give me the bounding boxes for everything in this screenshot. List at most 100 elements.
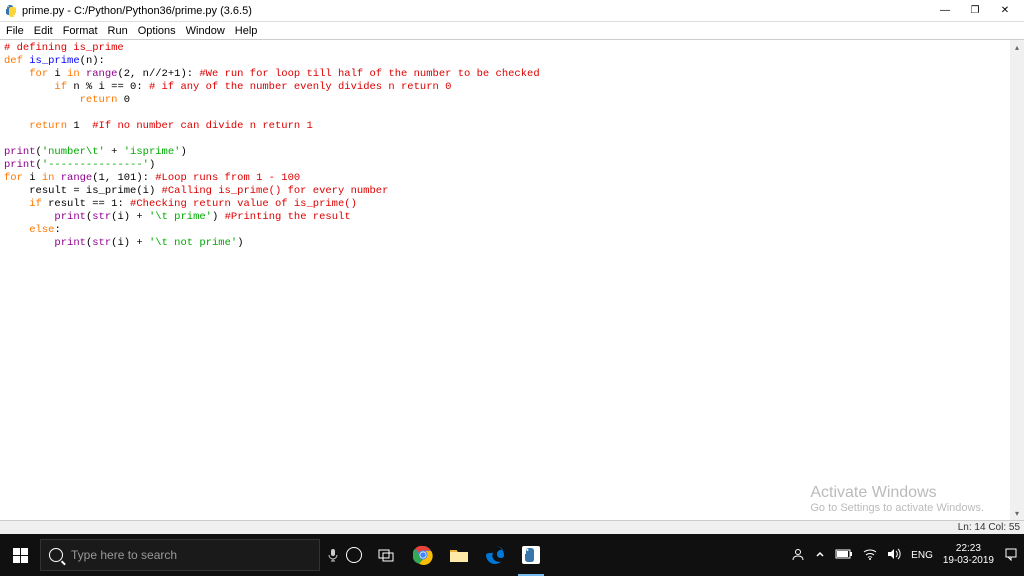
code-token [4, 237, 54, 249]
code-token: range [80, 68, 118, 80]
window-title: prime.py - C:/Python/Python36/prime.py (… [22, 5, 930, 17]
menu-edit[interactable]: Edit [34, 25, 53, 37]
code-token: i [48, 68, 67, 80]
idle-app-icon[interactable] [514, 534, 548, 576]
menu-window[interactable]: Window [186, 25, 225, 37]
scroll-up-icon[interactable]: ▴ [1010, 40, 1024, 54]
code-token: i [23, 172, 42, 184]
date-text: 19-03-2019 [943, 555, 994, 567]
code-token: #Loop runs from 1 - 100 [155, 172, 300, 184]
code-token: : [54, 224, 60, 236]
watermark-subtitle: Go to Settings to activate Windows. [810, 502, 984, 514]
window-controls: — ❐ ✕ [930, 0, 1020, 22]
system-tray: ENG 22:23 19-03-2019 [785, 543, 1024, 567]
code-token: print [4, 146, 36, 158]
scroll-down-icon[interactable]: ▾ [1010, 506, 1024, 520]
code-editor[interactable]: # defining is_prime def is_prime(n): for… [0, 40, 1024, 520]
code-token: (2, n//2+1): [117, 68, 199, 80]
watermark-title: Activate Windows [810, 484, 984, 502]
start-button[interactable] [0, 534, 40, 576]
close-button[interactable]: ✕ [990, 0, 1020, 22]
menu-help[interactable]: Help [235, 25, 258, 37]
edge-icon[interactable] [478, 534, 512, 576]
code-token: '\t prime' [149, 211, 212, 223]
code-token [4, 94, 80, 106]
taskbar: Type here to search [0, 534, 1024, 576]
code-token: return [29, 120, 67, 132]
notification-icon[interactable] [1004, 547, 1018, 564]
maximize-button[interactable]: ❐ [960, 0, 990, 22]
code-line: # defining is_prime [4, 42, 124, 54]
code-token [4, 68, 29, 80]
search-icon [49, 548, 63, 562]
code-token: #Checking return value of is_prime() [130, 198, 357, 210]
code-token: in [67, 68, 80, 80]
code-token: str [92, 211, 111, 223]
code-token: range [54, 172, 92, 184]
minimize-button[interactable]: — [930, 0, 960, 22]
task-view-icon[interactable] [370, 534, 404, 576]
code-token: ) [237, 237, 243, 249]
code-token: ) [212, 211, 225, 223]
code-token: (1, 101): [92, 172, 155, 184]
code-token [4, 198, 29, 210]
code-token [4, 120, 29, 132]
search-placeholder: Type here to search [71, 548, 177, 562]
tray-chevron-up-icon[interactable] [815, 549, 825, 562]
menu-format[interactable]: Format [63, 25, 98, 37]
code-token: for [4, 172, 23, 184]
clock[interactable]: 22:23 19-03-2019 [943, 543, 994, 567]
code-token [4, 211, 54, 223]
battery-icon[interactable] [835, 549, 853, 562]
code-token: def [4, 55, 29, 67]
code-token: if [54, 81, 67, 93]
code-token: is_prime [29, 55, 79, 67]
code-token: '\t not prime' [149, 237, 237, 249]
code-token [4, 224, 29, 236]
title-bar: prime.py - C:/Python/Python36/prime.py (… [0, 0, 1024, 22]
code-token: in [42, 172, 55, 184]
code-token: return [80, 94, 118, 106]
menu-options[interactable]: Options [138, 25, 176, 37]
code-token: print [54, 237, 86, 249]
code-token: print [54, 211, 86, 223]
menu-bar: File Edit Format Run Options Window Help [0, 22, 1024, 40]
windows-logo-icon [13, 548, 28, 563]
code-token [4, 185, 29, 197]
cursor-position: Ln: 14 Col: 55 [958, 522, 1020, 533]
code-token: print [4, 159, 36, 171]
code-token: ) [149, 159, 155, 171]
code-token: (i) + [111, 237, 149, 249]
menu-file[interactable]: File [6, 25, 24, 37]
wifi-icon[interactable] [863, 548, 877, 563]
code-token: #Printing the result [225, 211, 351, 223]
code-token: 0 [117, 94, 130, 106]
code-token: + [105, 146, 124, 158]
code-token: #Calling is_prime() for every number [162, 185, 389, 197]
time-text: 22:23 [943, 543, 994, 555]
file-explorer-icon[interactable] [442, 534, 476, 576]
code-token: 'number\t' [42, 146, 105, 158]
microphone-icon[interactable] [326, 546, 340, 564]
language-indicator[interactable]: ENG [911, 550, 933, 561]
code-token: for [29, 68, 48, 80]
code-token: 'isprime' [124, 146, 181, 158]
code-token: (i) + [111, 211, 149, 223]
cortana-icon[interactable] [346, 547, 362, 563]
menu-run[interactable]: Run [108, 25, 128, 37]
code-token: n % i == 0: [67, 81, 149, 93]
app-icon [4, 4, 18, 18]
code-token: 1 [67, 120, 92, 132]
code-token: result = is_prime(i) [29, 185, 161, 197]
code-token: else [29, 224, 54, 236]
code-token: (n): [80, 55, 105, 67]
vertical-scrollbar[interactable]: ▴ ▾ [1010, 40, 1024, 520]
code-token [4, 81, 54, 93]
code-token: # if any of the number evenly divides n … [149, 81, 451, 93]
code-token: ) [180, 146, 186, 158]
chrome-icon[interactable] [406, 534, 440, 576]
volume-icon[interactable] [887, 548, 901, 563]
search-box[interactable]: Type here to search [40, 539, 320, 571]
people-icon[interactable] [791, 547, 805, 564]
activate-windows-watermark: Activate Windows Go to Settings to activ… [810, 484, 984, 514]
